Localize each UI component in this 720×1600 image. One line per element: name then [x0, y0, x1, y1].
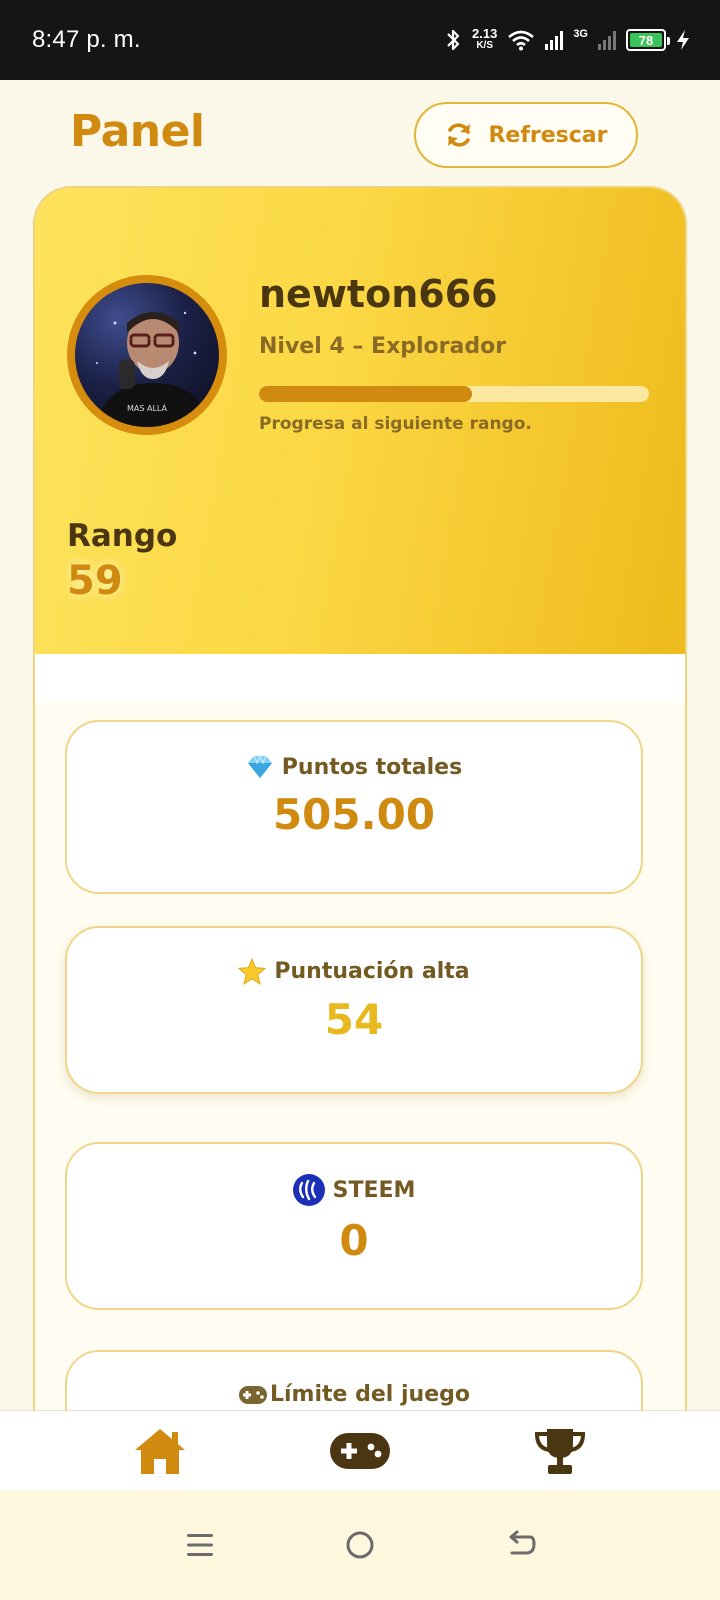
battery-level: 78: [630, 33, 662, 48]
battery-icon: 78: [626, 29, 670, 51]
level-label: Nivel 4 – Explorador: [259, 334, 507, 359]
status-time: 8:47 p. m.: [32, 26, 141, 53]
dashboard-card: MAS ALLÁ newton666 Nivel 4 – Explorador …: [33, 186, 687, 1426]
back-icon: [509, 1530, 536, 1555]
stat-title: Puntos totales: [281, 754, 463, 780]
section-divider: [35, 654, 685, 702]
stat-title: Límite del juego: [270, 1382, 470, 1407]
gamepad-icon: [330, 1432, 390, 1469]
svg-text:MAS ALLÁ: MAS ALLÁ: [127, 402, 168, 413]
refresh-icon: [448, 123, 471, 147]
cell-signal-icon: [545, 30, 564, 50]
refresh-button[interactable]: Refrescar: [414, 102, 638, 168]
header: Panel Refrescar: [0, 80, 720, 188]
steem-icon: [292, 1174, 325, 1206]
avatar[interactable]: MAS ALLÁ: [67, 275, 227, 435]
refresh-label: Refrescar: [488, 122, 608, 148]
nav-home[interactable]: [115, 1416, 205, 1486]
stat-value: 505.00: [272, 790, 436, 839]
star-icon: [238, 958, 267, 985]
stat-card-total-points: Puntos totales 505.00: [65, 720, 643, 894]
bottom-nav: [0, 1410, 720, 1490]
rank-value: 59: [67, 558, 123, 604]
circle-icon: [346, 1531, 374, 1559]
level-progress-bar: [259, 386, 649, 402]
home-icon: [135, 1428, 185, 1474]
stat-value: 0: [339, 1216, 369, 1265]
stat-value: 54: [324, 995, 384, 1044]
stat-card-high-score: Puntuación alta 54: [65, 926, 643, 1094]
net-speed: 2.13 K/S: [472, 26, 498, 51]
bluetooth-icon: [447, 29, 460, 51]
status-icons: 2.13 K/S 3G 78: [444, 26, 690, 52]
gamepad-icon: [239, 1385, 267, 1404]
charging-icon: [677, 30, 689, 50]
trophy-icon: [534, 1428, 586, 1474]
menu-icon: [187, 1534, 213, 1556]
nav-games[interactable]: [315, 1416, 405, 1486]
diamond-icon: [247, 754, 272, 778]
progress-note: Progresa al siguiente rango.: [259, 414, 532, 434]
stat-title: Puntuación alta: [274, 959, 470, 984]
home-button[interactable]: [330, 1515, 390, 1575]
recents-button[interactable]: [170, 1515, 230, 1575]
back-button[interactable]: [490, 1515, 550, 1575]
wifi-icon: [508, 30, 535, 51]
network-type: 3G: [573, 28, 588, 40]
nav-leaderboard[interactable]: [515, 1416, 605, 1486]
username: newton666: [259, 272, 498, 316]
stat-card-steem: STEEM 0: [65, 1142, 643, 1310]
rank-label: Rango: [67, 518, 178, 554]
avatar-photo: MAS ALLÁ: [95, 311, 211, 427]
profile-section: MAS ALLÁ newton666 Nivel 4 – Explorador …: [35, 188, 685, 654]
system-nav-bar: [0, 1490, 720, 1600]
level-progress-fill: [259, 386, 472, 402]
cell-signal-2-icon: [598, 30, 616, 50]
page-title: Panel: [70, 106, 205, 157]
stat-title: STEEM: [332, 1177, 416, 1203]
status-bar: 8:47 p. m. 2.13 K/S 3G 78: [0, 0, 720, 80]
